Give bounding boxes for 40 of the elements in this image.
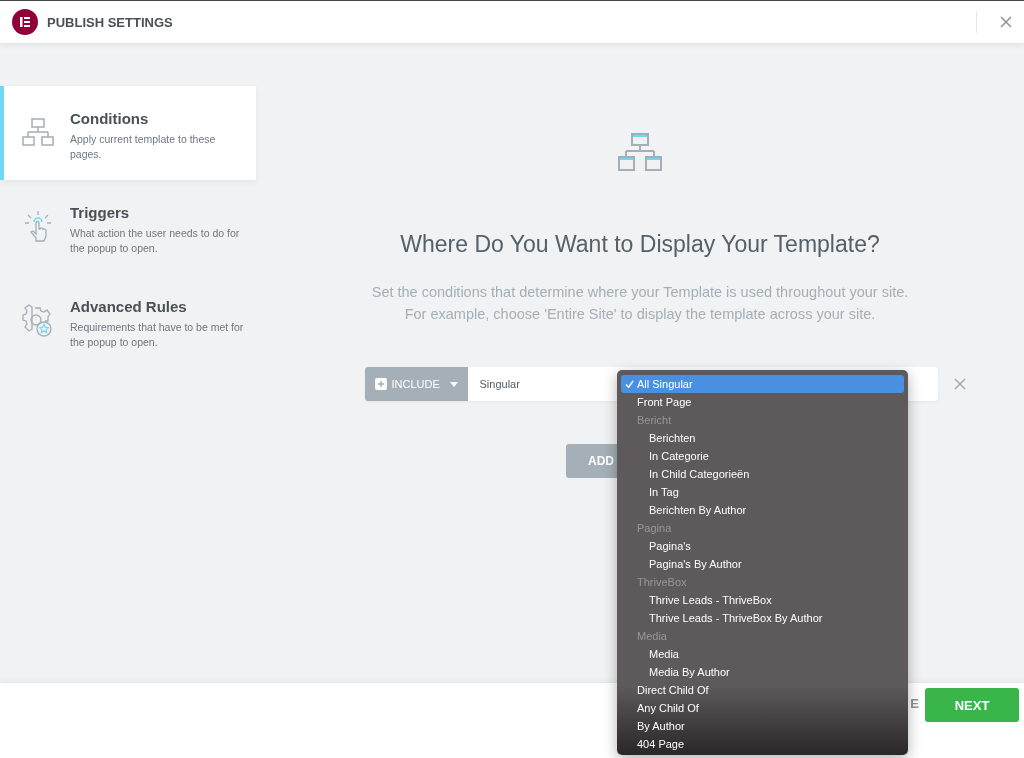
description-line: Set the conditions that determine where your Template is used throughout your site. bbox=[371, 284, 909, 300]
section-heading: Where Do You Want to Display Your Template? bbox=[400, 231, 880, 258]
tab-description: Apply current template to these pages. bbox=[70, 132, 217, 162]
option-group-label: Pagina bbox=[636, 521, 673, 536]
dialog-title: PUBLISH SETTINGS bbox=[47, 14, 173, 30]
close-icon bbox=[1000, 16, 1012, 28]
tab-title: Conditions bbox=[70, 110, 150, 127]
dropdown-option[interactable]: Pagina's bbox=[621, 537, 904, 555]
plus-icon bbox=[374, 378, 387, 390]
dropdown-option[interactable]: Any Child Of bbox=[621, 699, 904, 717]
sitemap-icon bbox=[618, 133, 662, 173]
dropdown-option[interactable]: Thrive Leads - ThriveBox By Author bbox=[621, 609, 904, 627]
tab-description: What action the user needs to do for the popup to open. bbox=[70, 226, 241, 256]
gear-star-icon bbox=[22, 304, 54, 338]
remove-icon[interactable] bbox=[953, 378, 966, 390]
option-group-label: Media bbox=[636, 629, 668, 644]
sidebar-tab[interactable]: Triggers What action the user needs to do for the popup to open. bbox=[0, 180, 256, 274]
option-group-label: Bericht bbox=[636, 413, 673, 428]
tap-hand-icon bbox=[22, 210, 54, 244]
dropdown-option[interactable]: In Tag bbox=[621, 483, 904, 501]
dropdown-option[interactable]: Media By Author bbox=[621, 663, 904, 681]
sidebar-tab[interactable]: Conditions Apply current template to these pages. bbox=[0, 86, 256, 180]
dropdown-option[interactable]: Pagina's By Author bbox=[621, 555, 904, 573]
dropdown-option[interactable]: Berichten By Author bbox=[621, 501, 904, 519]
dropdown-option[interactable]: 404 Page bbox=[621, 735, 904, 753]
logo-icon bbox=[12, 9, 38, 35]
close-button[interactable] bbox=[976, 11, 1012, 33]
dropdown-option[interactable]: Direct Child Of bbox=[621, 681, 904, 699]
dropdown-option[interactable]: Thrive Leads - ThriveBox bbox=[621, 591, 904, 609]
tab-description: Requirements that have to be met for the popup to open. bbox=[70, 320, 244, 350]
option-group-label: ThriveBox bbox=[636, 575, 688, 590]
sidebar-tab[interactable]: Advanced Rules Requirements that have to be met for the popup to open. bbox=[0, 274, 256, 368]
dropdown-option[interactable]: Berichten bbox=[621, 429, 904, 447]
description-line: For example, choose 'Entire Site' to display the template across your site. bbox=[404, 306, 876, 322]
caret-icon bbox=[449, 381, 458, 387]
tab-title: Triggers bbox=[70, 204, 131, 221]
tab-title: Advanced Rules bbox=[70, 298, 188, 315]
dropdown-option[interactable]: Media bbox=[621, 645, 904, 663]
check-icon bbox=[625, 379, 634, 389]
dropdown-option[interactable]: By Author bbox=[621, 717, 904, 735]
